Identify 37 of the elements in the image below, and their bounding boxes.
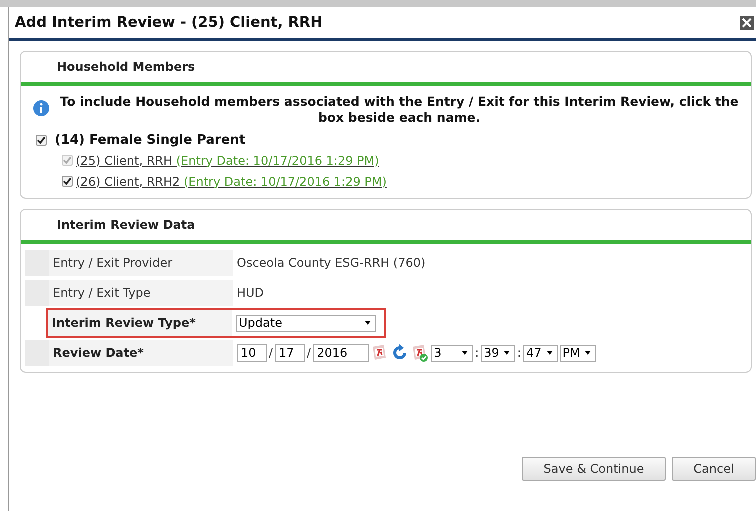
caret-icon	[462, 351, 468, 355]
window-title: Add Interim Review - (25) Client, RRH	[15, 14, 323, 30]
field-label: Entry / Exit Type	[49, 280, 233, 306]
save-continue-button[interactable]: Save & Continue	[522, 457, 666, 481]
separator-text: /	[269, 346, 274, 360]
field-value: HUD	[237, 286, 264, 300]
caret-icon	[504, 351, 510, 355]
dropdown[interactable]: 47	[523, 344, 558, 362]
dropdown[interactable]: 3	[431, 344, 474, 362]
instruction-text: To include Household members associated with the Entry / Exit for this Interim Review, click the box beside each name.	[59, 94, 740, 126]
caret-icon	[585, 351, 592, 355]
member-link[interactable]: (26) Client, RRH2 (Entry Date: 10/17/2016 1:29 PM)	[76, 174, 387, 188]
dropdown[interactable]: 39	[481, 344, 516, 362]
field-label: Interim Review Type*	[48, 310, 232, 336]
panel-title: Household Members	[57, 60, 196, 74]
dropdown[interactable]: PM	[560, 344, 596, 362]
input-field[interactable]: 2016	[313, 344, 370, 362]
cancel-button[interactable]: Cancel	[672, 457, 756, 481]
input-field[interactable]: 17	[275, 344, 306, 362]
info-icon	[33, 100, 50, 117]
field-label: Entry / Exit Provider	[49, 250, 233, 276]
dropdown[interactable]: Update	[236, 314, 376, 332]
separator-text: /	[307, 346, 312, 360]
checkbox[interactable]	[62, 176, 73, 187]
separator-text: :	[475, 346, 480, 360]
caret-icon	[365, 321, 371, 325]
calendar-check-icon[interactable]	[411, 344, 430, 362]
household-label: (14) Female Single Parent	[55, 132, 246, 148]
panel-title: Interim Review Data	[57, 218, 196, 232]
field-value: Osceola County ESG-RRH (760)	[237, 256, 426, 270]
separator-text: :	[517, 346, 522, 360]
checkbox[interactable]	[36, 134, 47, 146]
input-field[interactable]: 10	[237, 344, 267, 362]
refresh-icon[interactable]	[391, 344, 410, 362]
field-label: Review Date*	[49, 340, 233, 366]
close-icon[interactable]	[740, 16, 754, 30]
caret-icon	[546, 351, 553, 355]
